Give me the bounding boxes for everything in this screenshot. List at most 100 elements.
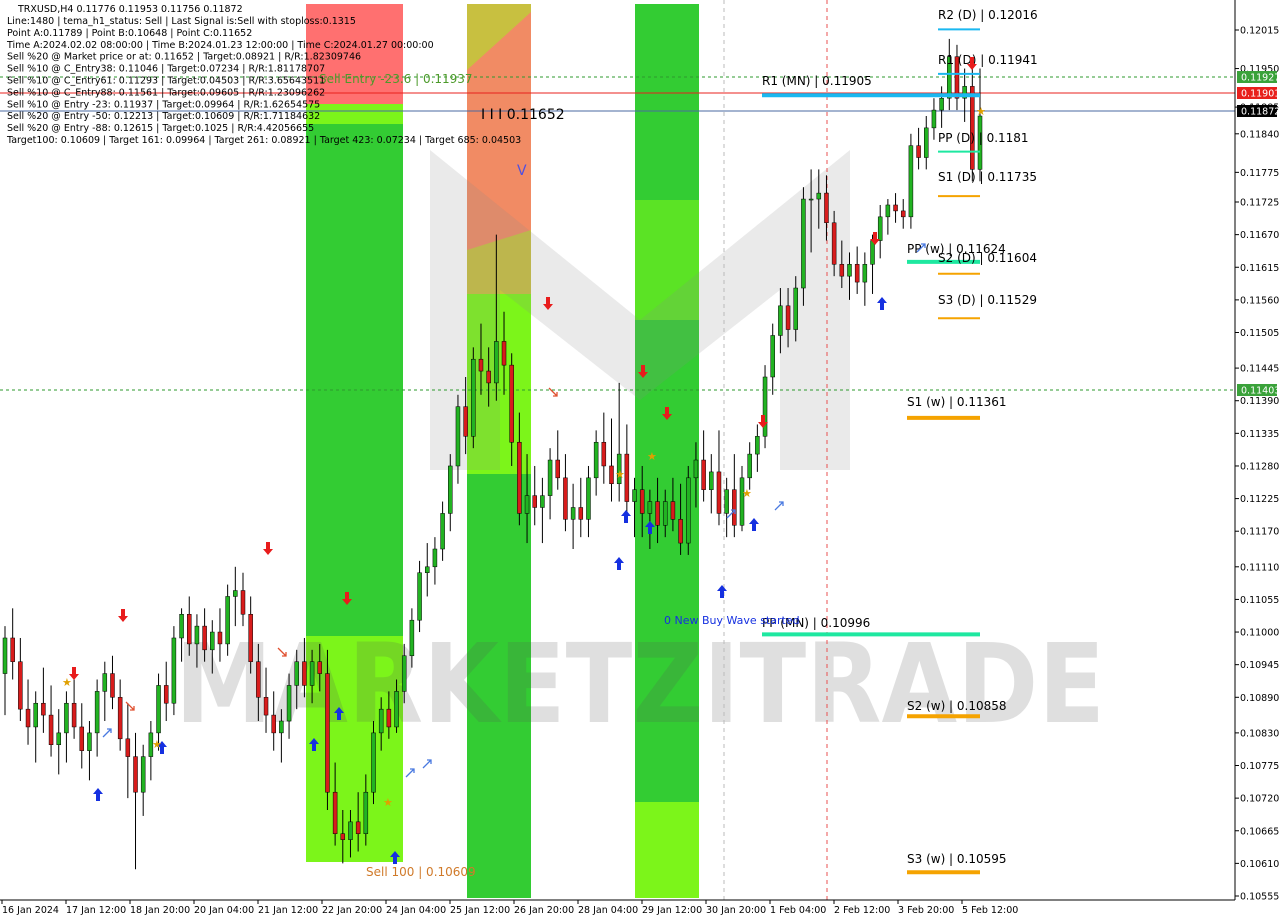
candle-bull — [171, 637, 177, 704]
candle-bear — [532, 495, 537, 508]
price-tick-label: 0.10890 — [1240, 693, 1279, 704]
price-tick-label: 0.11000 — [1240, 628, 1279, 639]
symbol-line: TRXUSD,H4 0.11776 0.11953 0.11756 0.1187… — [17, 4, 243, 15]
price-tick-label: 0.11445 — [1240, 364, 1279, 375]
candle-bull — [448, 465, 453, 514]
price-tick-label: 0.10945 — [1240, 660, 1279, 671]
price-tick-label: 0.11335 — [1240, 429, 1279, 440]
candle-bear — [509, 364, 514, 443]
info-line: Target100: 0.10609 | Target 161: 0.09964… — [6, 135, 521, 146]
time-tick-label: 1 Feb 04:00 — [770, 905, 826, 916]
time-tick-label: 16 Jan 2024 — [2, 905, 59, 916]
star-icon: ★ — [62, 676, 72, 689]
price-tick-label: 0.11225 — [1240, 494, 1279, 505]
candle-bear — [48, 714, 54, 745]
info-line: Sell %10 @ Entry -23: 0.11937 | Target:0… — [7, 99, 320, 110]
candle-bull — [885, 204, 891, 218]
candle-bull — [371, 732, 376, 793]
candle-bull — [570, 507, 576, 520]
candle-bull — [363, 791, 369, 834]
candle-bull — [417, 572, 422, 621]
price-chart[interactable]: MARKETZITRADE R2 (D) | 0.12016 R1 (D) | 0… — [0, 0, 1280, 920]
candle-bull — [494, 341, 499, 384]
price-tick-label: 0.11505 — [1240, 328, 1279, 339]
time-tick-label: 18 Jan 20:00 — [130, 905, 190, 916]
candle-bear — [701, 459, 706, 490]
info-line: Sell %20 @ Market price or at: 0.11652 |… — [7, 52, 361, 63]
candle-bear — [79, 726, 85, 751]
candle-bull — [755, 436, 760, 455]
candle-bear — [317, 661, 323, 674]
pivot-label: S2 (w) | 0.10858 — [907, 699, 1007, 713]
star-icon: ★ — [615, 468, 625, 481]
price-tick-label: 0.11725 — [1240, 198, 1279, 209]
candle-bull — [409, 619, 415, 657]
star-icon: ★ — [383, 796, 393, 809]
candle-bull — [140, 756, 146, 793]
price-tag-text: 0.11403 — [1241, 386, 1280, 397]
sell-entry-label: Sell Entry -23.6 | 0.11937 — [319, 72, 473, 86]
info-line: Sell %10 @ C_Entry38: 0.11046 | Target:0… — [7, 64, 325, 75]
candle-bull — [179, 614, 184, 639]
candle-bear — [839, 264, 845, 277]
candle-bull — [94, 691, 100, 734]
zone-green-main — [306, 124, 403, 636]
time-tick-label: 17 Jan 12:00 — [66, 905, 126, 916]
star-icon: ★ — [742, 487, 752, 500]
price-tick-label: 0.10555 — [1240, 892, 1279, 903]
candle-bear — [900, 210, 906, 218]
price-tick-label: 0.11055 — [1240, 595, 1279, 606]
candle-bull — [2, 637, 8, 674]
price-tick-label: 0.11560 — [1240, 295, 1279, 306]
new-buy-wave-label: 0 New Buy Wave started — [664, 614, 800, 627]
candle-bear — [10, 637, 15, 662]
star-icon: ★ — [647, 450, 657, 463]
time-tick-label: 26 Jan 20:00 — [514, 905, 574, 916]
candle-bear — [332, 791, 338, 834]
candle-bull — [686, 477, 691, 544]
watermark-text: MARKETZITRADE — [175, 620, 1105, 748]
candle-bear — [240, 590, 246, 615]
candle-bull — [862, 264, 868, 283]
candle-bear — [202, 625, 207, 651]
price-tick-label: 0.11390 — [1240, 396, 1279, 407]
candle-bear — [609, 465, 614, 485]
price-tag-text: 0.11901 — [1241, 89, 1280, 100]
price-tick-label: 0.11280 — [1240, 461, 1279, 472]
candle-bear — [678, 519, 683, 544]
candle-bull — [547, 459, 553, 496]
candle-bull — [770, 335, 775, 378]
zone-lime-2 — [635, 802, 699, 898]
candle-bear — [639, 489, 645, 514]
candle-bear — [18, 661, 23, 710]
candle-bull — [724, 489, 729, 514]
candle-bear — [854, 264, 860, 283]
candle-bull — [401, 655, 407, 692]
price-tag-text: 0.11927 — [1241, 73, 1280, 84]
price-tick-label: 0.10775 — [1240, 761, 1279, 772]
candle-bull — [102, 673, 108, 692]
candle-bear — [501, 341, 507, 366]
price-tick-label: 0.11110 — [1240, 562, 1279, 573]
candle-bear — [256, 661, 261, 698]
candle-bear — [478, 358, 484, 372]
candle-bull — [739, 477, 745, 526]
candle-bull — [816, 192, 822, 200]
candle-bear — [601, 441, 607, 467]
time-tick-label: 29 Jan 12:00 — [642, 905, 702, 916]
time-tick-label: 22 Jan 20:00 — [322, 905, 382, 916]
candle-bull — [762, 376, 768, 437]
pivot-label: R2 (D) | 0.12016 — [938, 8, 1038, 22]
candle-bear — [655, 501, 660, 526]
candle-bear — [25, 708, 31, 728]
time-tick-label: 28 Jan 04:00 — [578, 905, 638, 916]
candle-bear — [563, 477, 568, 520]
star-icon: ★ — [152, 738, 162, 751]
candle-bull — [808, 198, 814, 201]
candle-bear — [187, 614, 192, 645]
candle-bear — [248, 614, 253, 662]
candle-bull — [64, 702, 69, 734]
pivot-label: S3 (w) | 0.10595 — [907, 852, 1007, 866]
pivot-label: S3 (D) | 0.11529 — [938, 293, 1037, 307]
v-marker: V — [517, 163, 527, 179]
